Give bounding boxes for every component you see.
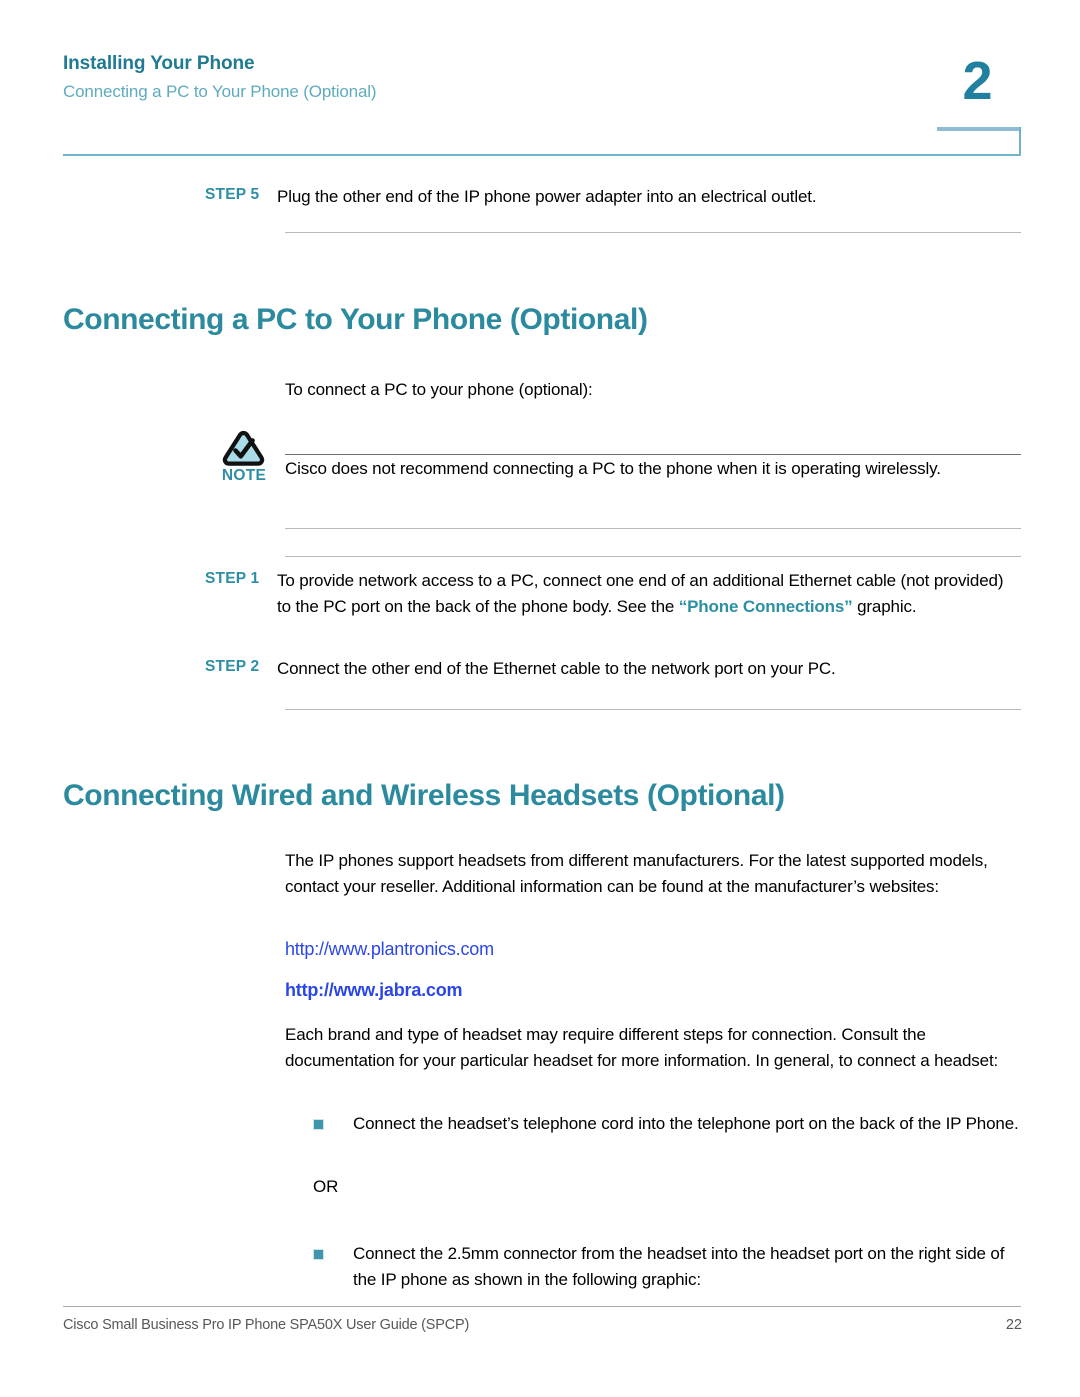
link-jabra[interactable]: http://www.jabra.com xyxy=(285,980,463,1001)
document-page: Installing Your Phone Connecting a PC to… xyxy=(0,0,1080,1397)
note-triangle-check-icon xyxy=(222,430,265,466)
note-icon-group: NOTE xyxy=(205,430,283,485)
footer-text: Cisco Small Business Pro IP Phone SPA50X… xyxy=(63,1317,470,1333)
step-row-2: STEP 2 Connect the other end of the Ethe… xyxy=(205,656,1021,682)
bullet-square-icon xyxy=(313,1249,324,1260)
link-plantronics[interactable]: http://www.plantronics.com xyxy=(285,939,494,960)
step-row-1: STEP 1 To provide network access to a PC… xyxy=(205,568,1021,619)
section-heading-headsets: Connecting Wired and Wireless Headsets (… xyxy=(63,779,785,812)
list-item-text: Connect the 2.5mm connector from the hea… xyxy=(353,1244,1005,1289)
rule-under-step2 xyxy=(285,709,1021,710)
step-row-5: STEP 5 Plug the other end of the IP phon… xyxy=(205,184,1021,210)
step-label: STEP 5 xyxy=(205,186,260,203)
chapter-frame-right-rule xyxy=(1019,127,1021,156)
or-separator-text: OR xyxy=(313,1177,339,1196)
list-item-text: Connect the headset’s telephone cord int… xyxy=(353,1114,1019,1133)
note-rule-top xyxy=(285,454,1021,455)
rule-above-step1 xyxy=(285,556,1021,557)
step-text: Plug the other end of the IP phone power… xyxy=(277,187,817,206)
running-head-title: Installing Your Phone xyxy=(63,53,255,74)
note-text: Cisco does not recommend connecting a PC… xyxy=(285,459,941,478)
section-heading-connecting-pc: Connecting a PC to Your Phone (Optional) xyxy=(63,303,648,336)
chapter-number: 2 xyxy=(962,51,992,111)
header-divider-rule xyxy=(63,154,1021,156)
running-head: Installing Your Phone Connecting a PC to… xyxy=(63,52,823,103)
list-item: Connect the 2.5mm connector from the hea… xyxy=(313,1241,1021,1292)
note-label: NOTE xyxy=(221,467,267,484)
chapter-frame-top-bar xyxy=(937,127,1021,131)
running-head-subtitle: Connecting a PC to Your Phone (Optional) xyxy=(63,81,377,101)
rule-under-step5 xyxy=(285,232,1021,233)
note-rule-bottom xyxy=(285,528,1021,529)
bullet-square-icon xyxy=(313,1119,324,1130)
step-label: STEP 2 xyxy=(205,658,260,675)
phone-connections-link[interactable]: “Phone Connections” xyxy=(679,597,853,616)
headsets-body-paragraph: Each brand and type of headset may requi… xyxy=(285,1025,999,1070)
step-text: Connect the other end of the Ethernet ca… xyxy=(277,659,836,678)
step-label: STEP 1 xyxy=(205,570,260,587)
step-text: To provide network access to a PC, conne… xyxy=(277,568,1021,619)
list-item: Connect the headset’s telephone cord int… xyxy=(313,1111,1021,1137)
footer-page-number: 22 xyxy=(1005,1317,1022,1333)
headsets-intro-paragraph: The IP phones support headsets from diff… xyxy=(285,851,988,896)
footer-divider-rule xyxy=(63,1306,1021,1307)
intro-paragraph-pc: To connect a PC to your phone (optional)… xyxy=(285,380,593,399)
step1-text-part2: graphic. xyxy=(852,596,917,616)
